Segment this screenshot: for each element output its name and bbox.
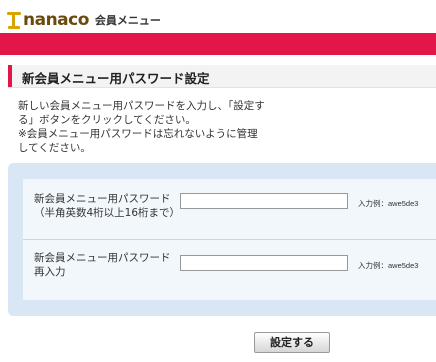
password-label-text: 新会員メニュー用パスワード [34, 193, 171, 205]
form-table: 新会員メニュー用パスワード （半角英数4桁以上16桁まで） 入力例：awe5de… [23, 179, 436, 300]
logo-text: nanaco [23, 10, 89, 30]
password-label: 新会員メニュー用パスワード （半角英数4桁以上16桁まで） [34, 192, 180, 220]
header-subtitle: 会員メニュー [94, 14, 161, 27]
new-password-input[interactable] [180, 193, 348, 209]
password-row: 新会員メニュー用パスワード （半角英数4桁以上16桁まで） 入力例：awe5de… [23, 179, 436, 239]
page-title: 新会員メニュー用パスワード設定 [22, 71, 210, 86]
password-confirm-label: 新会員メニュー用パスワード再入力 [34, 252, 171, 278]
confirm-password-input[interactable] [180, 255, 348, 271]
brand-bar [0, 33, 436, 55]
nanaco-logo[interactable]: nanaco 会員メニュー [6, 8, 161, 30]
nanaco-logo-icon [6, 10, 22, 30]
title-accent [8, 65, 12, 87]
header: nanaco 会員メニュー [0, 0, 436, 33]
submit-button[interactable]: 設定する [254, 332, 330, 353]
password-form: 新会員メニュー用パスワード （半角英数4桁以上16桁まで） 入力例：awe5de… [8, 163, 436, 316]
password-confirm-example: 入力例：awe5de3 [358, 261, 419, 270]
instruction-text: 新しい会員メニュー用パスワードを入力し、「設定する」ボタンをクリックしてください… [18, 100, 265, 126]
password-hint: （半角英数4桁以上16桁まで） [34, 207, 181, 219]
instructions: 新しい会員メニュー用パスワードを入力し、「設定する」ボタンをクリックしてください… [18, 99, 268, 155]
page-title-bar: 新会員メニュー用パスワード設定 [8, 65, 436, 88]
password-confirm-row: 新会員メニュー用パスワード再入力 入力例：awe5de3 [23, 240, 436, 300]
password-example: 入力例：awe5de3 [358, 199, 419, 208]
instruction-note: ※会員メニュー用パスワードは忘れないように管理してください。 [18, 128, 258, 154]
